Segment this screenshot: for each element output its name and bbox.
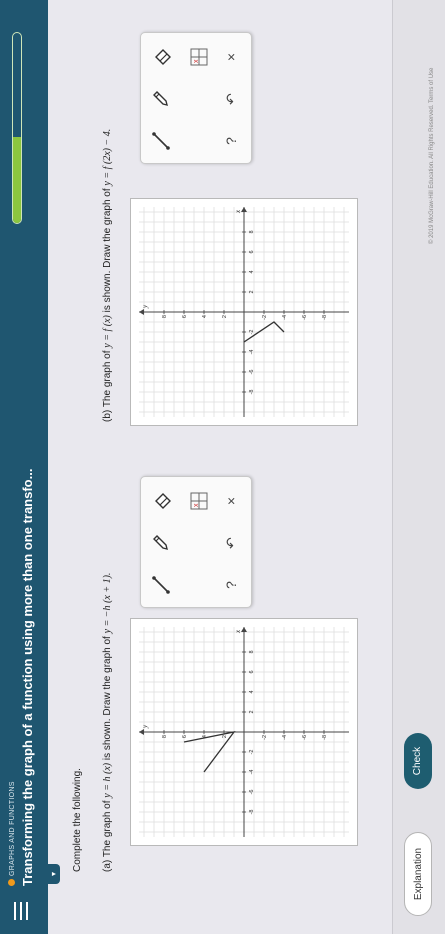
question-b-middle: is shown. Draw the graph of [102,185,113,316]
menu-icon[interactable] [14,902,28,920]
graph-b-canvas[interactable]: x y -8 -6 -4 -2 2 4 6 8 8 6 4 2 -2 -4 -6 -8 [131,199,357,425]
graph-a-x-tick-label: 2 [249,710,255,713]
graph-b-x-tick-label: 4 [249,270,255,273]
graph-b-y-tick-label: 6 [182,315,188,318]
graph-a-x-tick-label: -6 [249,790,255,795]
page-title: Transforming the graph of a function usi… [20,468,35,886]
drawing-toolbox-a: x ? ↶ × [140,476,252,608]
clear-icon[interactable]: × [219,489,243,513]
collapse-chevron-icon[interactable]: ▾ [48,864,60,884]
graph-b-x-tick-label: -4 [249,350,255,355]
graph-a-y-tick-label: -2 [262,735,268,740]
undo-icon[interactable]: ↶ [219,531,243,555]
graph-a-y-tick-label: 2 [222,735,228,738]
graph-b-x-tick-label: -6 [249,370,255,375]
graph-b-y-tick-label: 8 [162,315,168,318]
footer-bar: Explanation Check © 2019 McGraw-Hill Edu… [392,0,445,934]
help-icon[interactable]: ? [219,129,243,153]
graph-b-x-tick-label: 8 [249,230,255,233]
graph-a[interactable]: x y -8 -6 -4 -2 2 4 6 8 8 6 4 2 -2 -4 -6 -8 [130,618,358,846]
drawing-toolbox-b: x ? ↶ × [140,32,252,164]
question-b-target-function: y = f (2x) − 4. [102,128,113,186]
graph-a-x-axis-label: x [234,629,242,634]
point-grid-tool-icon[interactable]: x [187,45,211,69]
status-dot-icon [8,879,15,886]
graph-b-y-axis-label: y [141,304,149,309]
graph-a-x-tick-label: -8 [249,810,255,815]
graph-a-x-tick-label: -2 [249,750,255,755]
line-segment-tool-icon[interactable] [149,573,173,597]
app-page: GRAPHS AND FUNCTIONS Transforming the gr… [0,0,445,934]
question-a-target-function: y = −h (x + 1). [102,572,113,634]
question-a-middle: is shown. Draw the graph of [102,633,113,763]
topic-category: GRAPHS AND FUNCTIONS [8,781,16,886]
graph-b-y-tick-label: 4 [202,315,208,318]
graph-b-x-axis-label: x [234,209,242,214]
progress-fill [13,137,21,223]
graph-a-canvas[interactable]: xy-8-6-4-224688 6 4 2 -2 -4 -6 -8 [131,619,357,845]
line-segment-tool-icon[interactable] [149,129,173,153]
question-b-prefix: (b) The graph of [102,347,113,422]
question-a-text: (a) The graph of y = h (x) is shown. Dra… [102,573,113,872]
topic-category-text: GRAPHS AND FUNCTIONS [9,781,16,876]
graph-a-y-tick-label: 8 [162,735,168,738]
graph-a-y-tick-label: -4 [282,735,288,740]
graph-b-x-tick-label: 2 [249,290,255,293]
graph-a-x-tick-label: 8 [249,650,255,653]
graph-b[interactable]: x y -8 -6 -4 -2 2 4 6 8 8 6 4 2 -2 -4 -6 -8 [130,198,358,426]
graph-a-y-tick-label: -6 [302,735,308,740]
top-bar: GRAPHS AND FUNCTIONS Transforming the gr… [0,0,48,934]
graph-a-y-axis-label: y [141,724,149,729]
graph-b-y-tick-label: 2 [222,315,228,318]
graph-a-y-tick-label: -8 [322,735,328,740]
graph-a-y-tick-label: 6 [182,735,188,738]
svg-text:x: x [193,59,200,63]
explanation-button[interactable]: Explanation [404,832,432,916]
graph-b-y-tick-label: -2 [262,315,268,320]
clear-icon[interactable]: × [219,45,243,69]
graph-b-x-tick-label: 6 [249,250,255,253]
graph-b-y-tick-label: -4 [282,315,288,320]
pencil-tool-icon[interactable] [149,87,173,111]
instructions-text: Complete the following. [72,768,83,872]
help-icon[interactable]: ? [219,573,243,597]
graph-a-x-tick-label: 4 [249,690,255,693]
eraser-tool-icon[interactable] [149,45,173,69]
progress-bar [12,32,22,224]
pencil-tool-icon[interactable] [149,531,173,555]
copyright-text: © 2019 McGraw-Hill Education. All Rights… [429,67,435,244]
question-b-given-function: y = f (x) [102,315,113,348]
question-a-given-function: y = h (x) [102,762,113,798]
eraser-tool-icon[interactable] [149,489,173,513]
graph-b-x-tick-label: -8 [249,390,255,395]
question-a-prefix: (a) The graph of [102,797,113,872]
graph-b-x-tick-label: -2 [249,330,255,335]
graph-b-y-tick-label: -6 [302,315,308,320]
graph-b-y-tick-label: -8 [322,315,328,320]
point-grid-tool-icon[interactable]: x [187,489,211,513]
graph-a-x-tick-label: -4 [249,770,255,775]
graph-a-x-tick-label: 6 [249,670,255,673]
undo-icon[interactable]: ↶ [219,87,243,111]
svg-text:x: x [193,503,200,507]
question-b-text: (b) The graph of y = f (x) is shown. Dra… [102,129,113,422]
check-button[interactable]: Check [404,733,432,789]
